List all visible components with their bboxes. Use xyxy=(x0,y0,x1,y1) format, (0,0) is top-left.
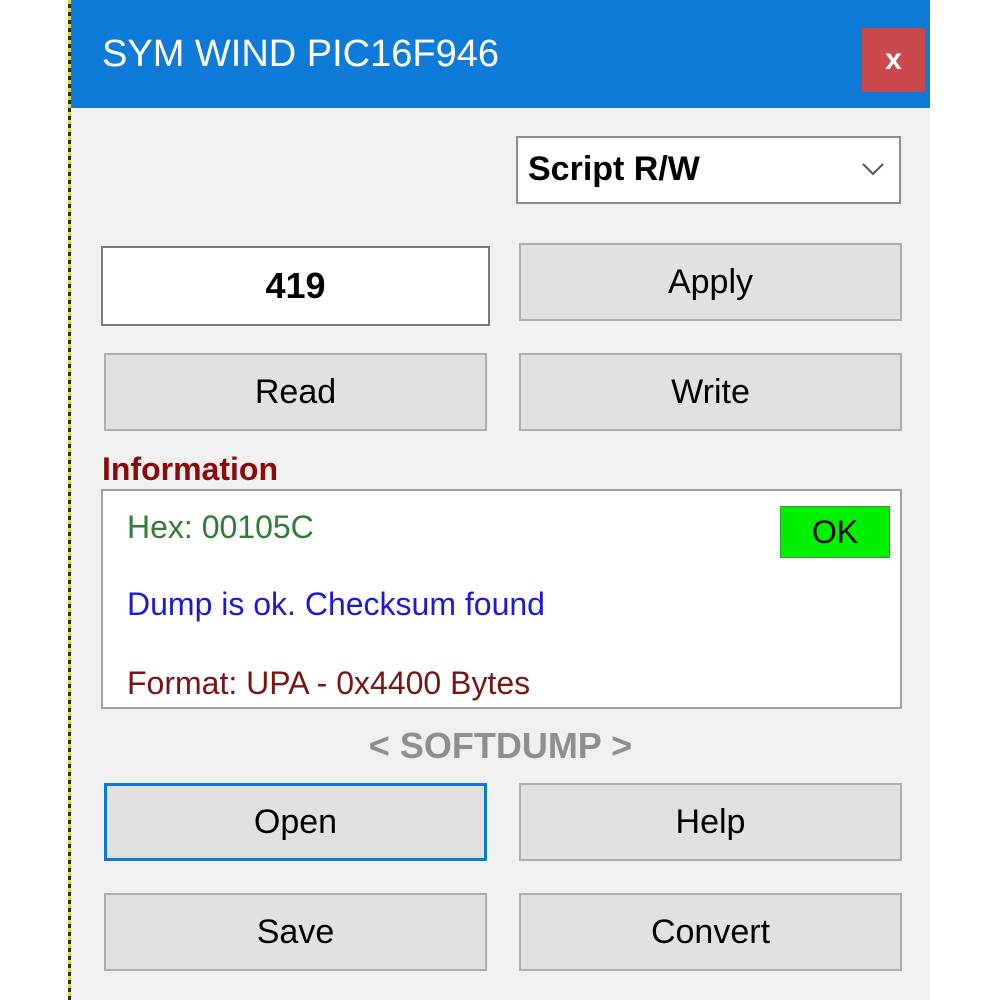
information-label: Information xyxy=(102,451,278,487)
window-title: SYM WIND PIC16F946 xyxy=(102,33,499,75)
information-panel: Hex: 00105C OK Dump is ok. Checksum foun… xyxy=(101,489,902,709)
mode-select-value: Script R/W xyxy=(528,150,700,188)
chevron-down-icon[interactable] xyxy=(861,162,885,181)
close-button[interactable]: x xyxy=(862,28,925,92)
read-button[interactable]: Read xyxy=(104,353,487,431)
ok-status-badge: OK xyxy=(780,506,890,558)
save-button[interactable]: Save xyxy=(104,893,487,971)
app-window: SYM WIND PIC16F946 x Script R/W Apply Re… xyxy=(71,0,930,1000)
help-button[interactable]: Help xyxy=(519,783,902,861)
apply-button[interactable]: Apply xyxy=(519,243,902,321)
dump-status-text: Dump is ok. Checksum found xyxy=(127,586,545,622)
title-bar: SYM WIND PIC16F946 x xyxy=(71,0,930,108)
mode-select[interactable]: Script R/W xyxy=(516,136,901,204)
hex-text: Hex: 00105C xyxy=(127,509,314,545)
convert-button[interactable]: Convert xyxy=(519,893,902,971)
open-button[interactable]: Open xyxy=(104,783,487,861)
format-text: Format: UPA - 0x4400 Bytes xyxy=(127,665,531,701)
value-input[interactable] xyxy=(101,246,490,326)
write-button[interactable]: Write xyxy=(519,353,902,431)
brand-label: < SOFTDUMP > xyxy=(368,725,633,766)
